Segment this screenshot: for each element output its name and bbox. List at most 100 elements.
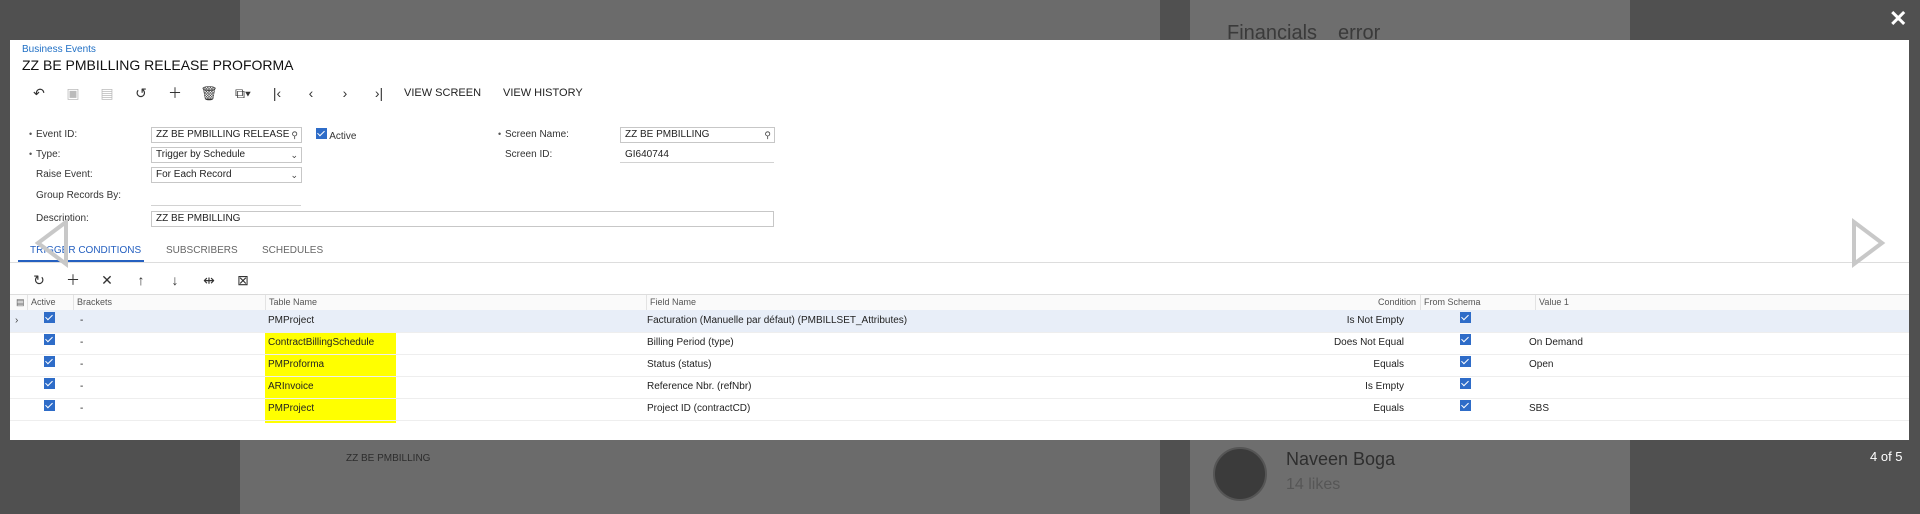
close-icon[interactable]: ✕ <box>1889 6 1907 32</box>
row-condition[interactable]: Equals <box>1210 354 1404 376</box>
row-table-name[interactable]: PMProforma <box>268 354 324 376</box>
search-icon[interactable]: ⚲ <box>764 128 771 142</box>
header-field-name[interactable]: Field Name <box>646 295 1031 310</box>
export-excel-icon[interactable]: ⊠ <box>226 272 260 289</box>
tab-subscribers[interactable]: SUBSCRIBERS <box>166 245 238 256</box>
header-from-schema[interactable]: From Schema <box>1420 295 1535 310</box>
save-icon[interactable]: ▣ <box>56 83 90 103</box>
row-brackets[interactable]: - <box>80 376 83 398</box>
refresh-icon[interactable]: ↻ <box>22 272 56 289</box>
move-down-icon[interactable]: ↓ <box>158 272 192 288</box>
row-value1[interactable]: Open <box>1529 354 1553 376</box>
active-label: Active <box>329 131 357 142</box>
row-value1[interactable]: On Demand <box>1529 332 1583 354</box>
row-field-name[interactable]: Billing Period (type) <box>647 332 734 354</box>
next-image-icon[interactable] <box>1848 218 1888 268</box>
image-counter: 4 of 5 <box>1870 449 1903 464</box>
row-brackets[interactable]: - <box>80 310 83 332</box>
page-title: ZZ BE PMBILLING RELEASE PROFORMA <box>22 57 294 73</box>
undo-icon[interactable]: ↶ <box>22 83 56 103</box>
row-table-name[interactable]: PMProject <box>268 398 314 420</box>
row-active-checkbox[interactable] <box>44 332 55 354</box>
group-records-field[interactable] <box>151 205 301 206</box>
screen-name-input[interactable]: ZZ BE PMBILLING ⚲ <box>620 127 775 143</box>
type-label: Type: <box>29 149 61 160</box>
cancel-icon[interactable]: ↺ <box>124 83 158 103</box>
row-active-checkbox[interactable] <box>44 398 55 420</box>
grid-toolbar: ↻ ＋ ✕ ↑ ↓ ⇹ ⊠ <box>22 271 260 289</box>
copy-paste-icon[interactable]: ⧉▾ <box>226 83 260 103</box>
breadcrumb[interactable]: Business Events <box>22 44 96 55</box>
table-row[interactable]: - PMProject Project ID (contractCD) Equa… <box>10 398 1909 421</box>
row-pointer-icon: › <box>15 315 19 326</box>
row-field-name[interactable]: Reference Nbr. (refNbr) <box>647 376 751 398</box>
grid-header: ▤ Active Brackets Table Name Field Name … <box>10 294 1909 311</box>
add-row-icon[interactable]: ＋ <box>56 270 90 290</box>
move-up-icon[interactable]: ↑ <box>124 272 158 288</box>
raise-event-label: Raise Event: <box>36 169 93 180</box>
avatar <box>1213 447 1267 501</box>
row-active-checkbox[interactable] <box>44 354 55 376</box>
tab-bar: TRIGGER CONDITIONS SUBSCRIBERS SCHEDULES <box>10 240 1909 263</box>
event-id-input[interactable]: ZZ BE PMBILLING RELEASE ⚲ <box>151 127 302 143</box>
user-likes: 14 likes <box>1286 476 1341 493</box>
row-brackets[interactable]: - <box>80 332 83 354</box>
chevron-down-icon: ⌄ <box>290 150 298 160</box>
table-row[interactable]: - ARInvoice Reference Nbr. (refNbr) Is E… <box>10 376 1909 399</box>
raise-event-select[interactable]: For Each Record ⌄ <box>151 167 302 183</box>
chevron-down-icon: ⌄ <box>290 170 298 180</box>
first-record-icon[interactable]: |‹ <box>260 83 294 103</box>
row-brackets[interactable]: - <box>80 398 83 420</box>
header-active[interactable]: Active <box>27 295 73 310</box>
row-from-schema-checkbox[interactable] <box>1460 310 1471 332</box>
tab-schedules[interactable]: SCHEDULES <box>262 245 323 256</box>
row-active-checkbox[interactable] <box>44 310 55 332</box>
row-field-name[interactable]: Facturation (Manuelle par défaut) (PMBIL… <box>647 310 907 332</box>
previous-image-icon[interactable] <box>32 218 72 268</box>
row-from-schema-checkbox[interactable] <box>1460 376 1471 398</box>
next-record-icon[interactable]: › <box>328 83 362 103</box>
fit-columns-icon[interactable]: ⇹ <box>192 272 226 289</box>
row-condition[interactable]: Is Not Empty <box>1210 310 1404 332</box>
row-from-schema-checkbox[interactable] <box>1460 354 1471 376</box>
delete-icon[interactable]: 🗑 <box>192 83 226 103</box>
header-condition[interactable]: Condition <box>1031 295 1420 310</box>
row-from-schema-checkbox[interactable] <box>1460 398 1471 420</box>
header-table-name[interactable]: Table Name <box>265 295 646 310</box>
row-condition[interactable]: Does Not Equal <box>1210 332 1404 354</box>
screen-id-underline <box>620 162 774 163</box>
row-table-name[interactable]: PMProject <box>268 310 314 332</box>
last-record-icon[interactable]: ›| <box>362 83 396 103</box>
description-input[interactable]: ZZ BE PMBILLING <box>151 211 774 227</box>
row-active-checkbox[interactable] <box>44 376 55 398</box>
row-table-name[interactable]: ContractBillingSchedule <box>268 332 374 354</box>
active-checkbox[interactable]: Active <box>316 128 356 142</box>
row-table-name[interactable]: ARInvoice <box>268 376 314 398</box>
row-field-name[interactable]: Status (status) <box>647 354 711 376</box>
row-field-name[interactable]: Project ID (contractCD) <box>647 398 750 420</box>
event-id-label: Event ID: <box>29 129 77 140</box>
table-row[interactable]: › - PMProject Facturation (Manuelle par … <box>10 310 1909 333</box>
header-brackets[interactable]: Brackets <box>73 295 265 310</box>
search-icon[interactable]: ⚲ <box>291 128 298 142</box>
screen-id-label: Screen ID: <box>505 149 553 160</box>
table-row[interactable]: - PMProforma Status (status) Equals Open <box>10 354 1909 377</box>
delete-row-icon[interactable]: ✕ <box>90 272 124 289</box>
active-check-icon[interactable] <box>316 128 327 139</box>
row-condition[interactable]: Is Empty <box>1210 376 1404 398</box>
header-value1[interactable]: Value 1 <box>1535 295 1895 310</box>
column-settings-icon[interactable]: ▤ <box>13 295 27 310</box>
view-history-button[interactable]: VIEW HISTORY <box>503 87 583 99</box>
row-from-schema-checkbox[interactable] <box>1460 332 1471 354</box>
save-close-icon[interactable]: ▤ <box>90 83 124 103</box>
row-condition[interactable]: Equals <box>1210 398 1404 420</box>
row-value1[interactable]: SBS <box>1529 398 1549 420</box>
table-row[interactable]: - ContractBillingSchedule Billing Period… <box>10 332 1909 355</box>
previous-record-icon[interactable]: ‹ <box>294 83 328 103</box>
view-screen-button[interactable]: VIEW SCREEN <box>404 87 481 99</box>
user-name: Naveen Boga <box>1286 449 1396 469</box>
add-icon[interactable]: ＋ <box>158 83 192 103</box>
background-bottom-title: ZZ BE PMBILLING <box>346 453 431 464</box>
type-select[interactable]: Trigger by Schedule ⌄ <box>151 147 302 163</box>
row-brackets[interactable]: - <box>80 354 83 376</box>
